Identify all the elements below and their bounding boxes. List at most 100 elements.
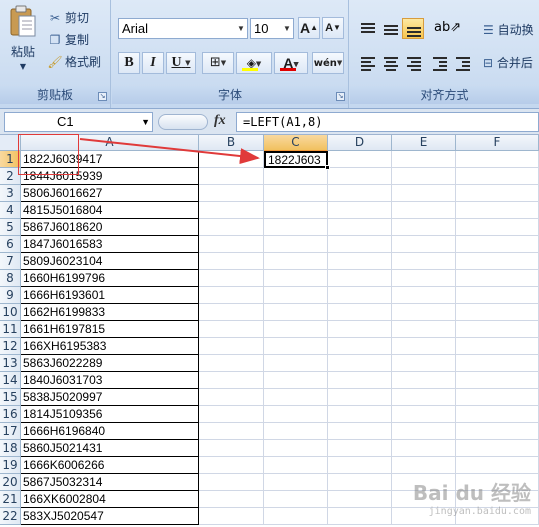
- cell-c6[interactable]: [264, 236, 328, 253]
- cell-a6[interactable]: 1847J6016583: [21, 236, 199, 253]
- decrease-indent-button[interactable]: [428, 52, 450, 73]
- cell-f2[interactable]: [456, 168, 539, 185]
- cell-a16[interactable]: 1814J5109356: [21, 406, 199, 423]
- column-header-f[interactable]: F: [456, 135, 539, 151]
- cell-e3[interactable]: [392, 185, 456, 202]
- cell-e15[interactable]: [392, 389, 456, 406]
- cell-d5[interactable]: [328, 219, 392, 236]
- font-size-select[interactable]: 10 ▼: [250, 18, 294, 39]
- cell-e9[interactable]: [392, 287, 456, 304]
- column-header-d[interactable]: D: [328, 135, 392, 151]
- cell-f4[interactable]: [456, 202, 539, 219]
- cell-a3[interactable]: 5806J6016627: [21, 185, 199, 202]
- cell-d20[interactable]: [328, 474, 392, 491]
- column-header-b[interactable]: B: [199, 135, 264, 151]
- cell-d6[interactable]: [328, 236, 392, 253]
- cell-f12[interactable]: [456, 338, 539, 355]
- cell-d12[interactable]: [328, 338, 392, 355]
- phonetic-button[interactable]: wén▼: [312, 52, 344, 74]
- cell-b18[interactable]: [199, 440, 264, 457]
- row-header-6[interactable]: 6: [0, 236, 21, 253]
- cell-c10[interactable]: [264, 304, 328, 321]
- cell-d16[interactable]: [328, 406, 392, 423]
- align-left-button[interactable]: [356, 52, 378, 73]
- cell-d19[interactable]: [328, 457, 392, 474]
- cell-f11[interactable]: [456, 321, 539, 338]
- row-header-10[interactable]: 10: [0, 304, 21, 321]
- italic-button[interactable]: I: [142, 52, 164, 74]
- middle-align-button[interactable]: [379, 18, 401, 39]
- underline-button[interactable]: U ▼: [166, 52, 196, 74]
- merge-center-button[interactable]: ⊟ 合并后: [483, 53, 533, 73]
- cell-e4[interactable]: [392, 202, 456, 219]
- cell-e1[interactable]: [392, 151, 456, 168]
- cell-d4[interactable]: [328, 202, 392, 219]
- row-header-13[interactable]: 13: [0, 355, 21, 372]
- cell-d18[interactable]: [328, 440, 392, 457]
- cell-c1[interactable]: 1822J603: [264, 151, 328, 168]
- cell-f6[interactable]: [456, 236, 539, 253]
- cell-c12[interactable]: [264, 338, 328, 355]
- grow-font-button[interactable]: A▲: [298, 17, 320, 39]
- cell-f13[interactable]: [456, 355, 539, 372]
- cell-a15[interactable]: 5838J5020997: [21, 389, 199, 406]
- bottom-align-button[interactable]: [402, 18, 424, 39]
- cell-d8[interactable]: [328, 270, 392, 287]
- cell-b16[interactable]: [199, 406, 264, 423]
- cell-e7[interactable]: [392, 253, 456, 270]
- row-header-15[interactable]: 15: [0, 389, 21, 406]
- cell-b12[interactable]: [199, 338, 264, 355]
- cell-c19[interactable]: [264, 457, 328, 474]
- fill-handle[interactable]: [325, 165, 330, 170]
- cell-c8[interactable]: [264, 270, 328, 287]
- cell-b7[interactable]: [199, 253, 264, 270]
- name-box[interactable]: C1 ▼: [4, 112, 153, 132]
- row-header-21[interactable]: 21: [0, 491, 21, 508]
- align-right-button[interactable]: [402, 52, 424, 73]
- cell-d1[interactable]: [328, 151, 392, 168]
- cell-b19[interactable]: [199, 457, 264, 474]
- font-name-select[interactable]: Arial ▼: [118, 18, 248, 39]
- formula-input[interactable]: =LEFT(A1,8): [236, 112, 539, 132]
- cell-d17[interactable]: [328, 423, 392, 440]
- cell-c14[interactable]: [264, 372, 328, 389]
- cell-c7[interactable]: [264, 253, 328, 270]
- fill-color-button[interactable]: ◈▼: [236, 52, 272, 74]
- cell-a12[interactable]: 166XH6195383: [21, 338, 199, 355]
- cell-d13[interactable]: [328, 355, 392, 372]
- cell-f16[interactable]: [456, 406, 539, 423]
- cell-d22[interactable]: [328, 508, 392, 525]
- cell-f5[interactable]: [456, 219, 539, 236]
- cell-a17[interactable]: 1666H6196840: [21, 423, 199, 440]
- cell-d9[interactable]: [328, 287, 392, 304]
- cell-c13[interactable]: [264, 355, 328, 372]
- cell-e19[interactable]: [392, 457, 456, 474]
- row-header-8[interactable]: 8: [0, 270, 21, 287]
- cell-a7[interactable]: 5809J6023104: [21, 253, 199, 270]
- cell-c16[interactable]: [264, 406, 328, 423]
- cell-a21[interactable]: 166XK6002804: [21, 491, 199, 508]
- cell-b13[interactable]: [199, 355, 264, 372]
- row-header-7[interactable]: 7: [0, 253, 21, 270]
- cell-b15[interactable]: [199, 389, 264, 406]
- cell-e6[interactable]: [392, 236, 456, 253]
- column-header-e[interactable]: E: [392, 135, 456, 151]
- cell-f14[interactable]: [456, 372, 539, 389]
- cell-c11[interactable]: [264, 321, 328, 338]
- orientation-button[interactable]: ab⇗: [430, 18, 461, 39]
- cell-d15[interactable]: [328, 389, 392, 406]
- row-header-12[interactable]: 12: [0, 338, 21, 355]
- cell-a14[interactable]: 1840J6031703: [21, 372, 199, 389]
- cell-d2[interactable]: [328, 168, 392, 185]
- cell-b14[interactable]: [199, 372, 264, 389]
- cell-e5[interactable]: [392, 219, 456, 236]
- cell-b6[interactable]: [199, 236, 264, 253]
- cell-f18[interactable]: [456, 440, 539, 457]
- cell-a18[interactable]: 5860J5021431: [21, 440, 199, 457]
- cell-a11[interactable]: 1661H6197815: [21, 321, 199, 338]
- cell-a5[interactable]: 5867J6018620: [21, 219, 199, 236]
- cell-a19[interactable]: 1666K6006266: [21, 457, 199, 474]
- align-center-button[interactable]: [379, 52, 401, 73]
- cell-e18[interactable]: [392, 440, 456, 457]
- row-header-9[interactable]: 9: [0, 287, 21, 304]
